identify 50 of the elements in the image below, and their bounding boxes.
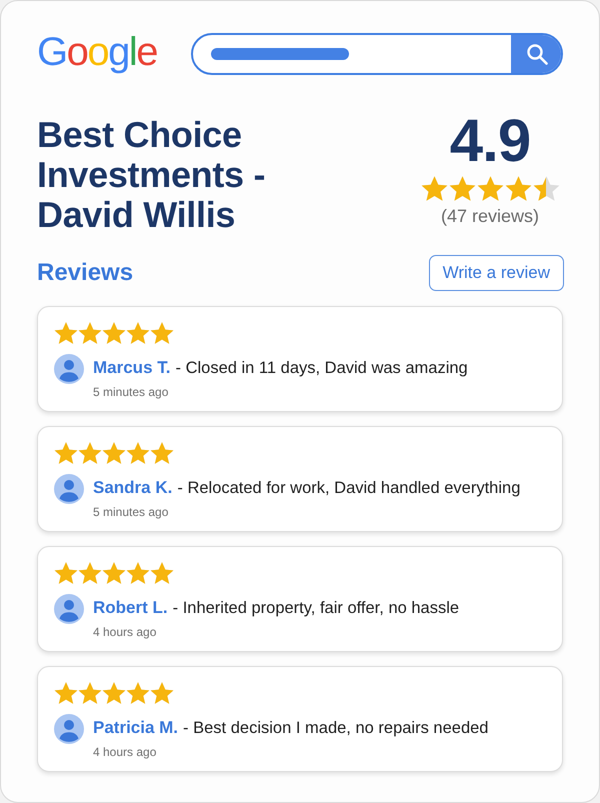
star-icon <box>102 681 126 705</box>
star-icon <box>448 175 476 202</box>
star-icon <box>54 321 78 345</box>
business-name: Best Choice Investments - David Willis <box>37 115 266 235</box>
review-text: - Closed in 11 days, David was amazing <box>175 359 468 378</box>
reviews-heading: Reviews <box>37 259 134 287</box>
review-text: - Best decision I made, no repairs needed <box>183 719 488 738</box>
reviewer-name[interactable]: Sandra K. <box>93 478 172 498</box>
avatar-icon <box>54 714 84 744</box>
star-icon <box>476 175 504 202</box>
rating-value: 4.9 <box>450 113 530 169</box>
review-time: 5 minutes ago <box>93 385 170 399</box>
star-icon <box>102 561 126 585</box>
review-time: 5 minutes ago <box>93 505 170 519</box>
star-icon <box>420 175 448 202</box>
avatar-icon <box>54 474 84 504</box>
star-icon <box>150 561 174 585</box>
star-icon <box>126 441 150 465</box>
avatar-icon <box>54 594 84 624</box>
star-icon <box>504 175 532 202</box>
avatar-icon <box>54 354 84 384</box>
search-icon <box>526 43 548 65</box>
review-count: (47 reviews) <box>440 206 540 227</box>
google-logo: Google <box>37 32 158 76</box>
search-field[interactable] <box>191 33 563 75</box>
star-icon <box>54 561 78 585</box>
reviewer-name[interactable]: Marcus T. <box>93 358 170 378</box>
star-icon <box>102 321 126 345</box>
reviewer-name[interactable]: Patricia M. <box>93 718 178 738</box>
review-time: 4 hours ago <box>93 745 158 759</box>
star-icon <box>54 681 78 705</box>
search-button[interactable] <box>511 35 561 73</box>
star-icon <box>78 321 102 345</box>
star-icon <box>102 441 126 465</box>
star-icon <box>78 681 102 705</box>
star-icon <box>126 561 150 585</box>
star-icon <box>54 441 78 465</box>
reviewer-name[interactable]: Robert L. <box>93 598 168 618</box>
star-icon <box>126 681 150 705</box>
star-icon <box>532 175 560 202</box>
star-icon <box>150 321 174 345</box>
review-text: - Relocated for work, David handled everything <box>177 479 520 498</box>
write-review-button[interactable]: Write a review <box>428 255 564 291</box>
review-text: - Inherited property, fair offer, no hassle <box>172 599 460 618</box>
star-icon <box>150 681 174 705</box>
star-icon <box>150 441 174 465</box>
star-icon <box>78 441 102 465</box>
star-icon <box>126 321 150 345</box>
star-icon <box>78 561 102 585</box>
review-time: 4 hours ago <box>93 625 158 639</box>
